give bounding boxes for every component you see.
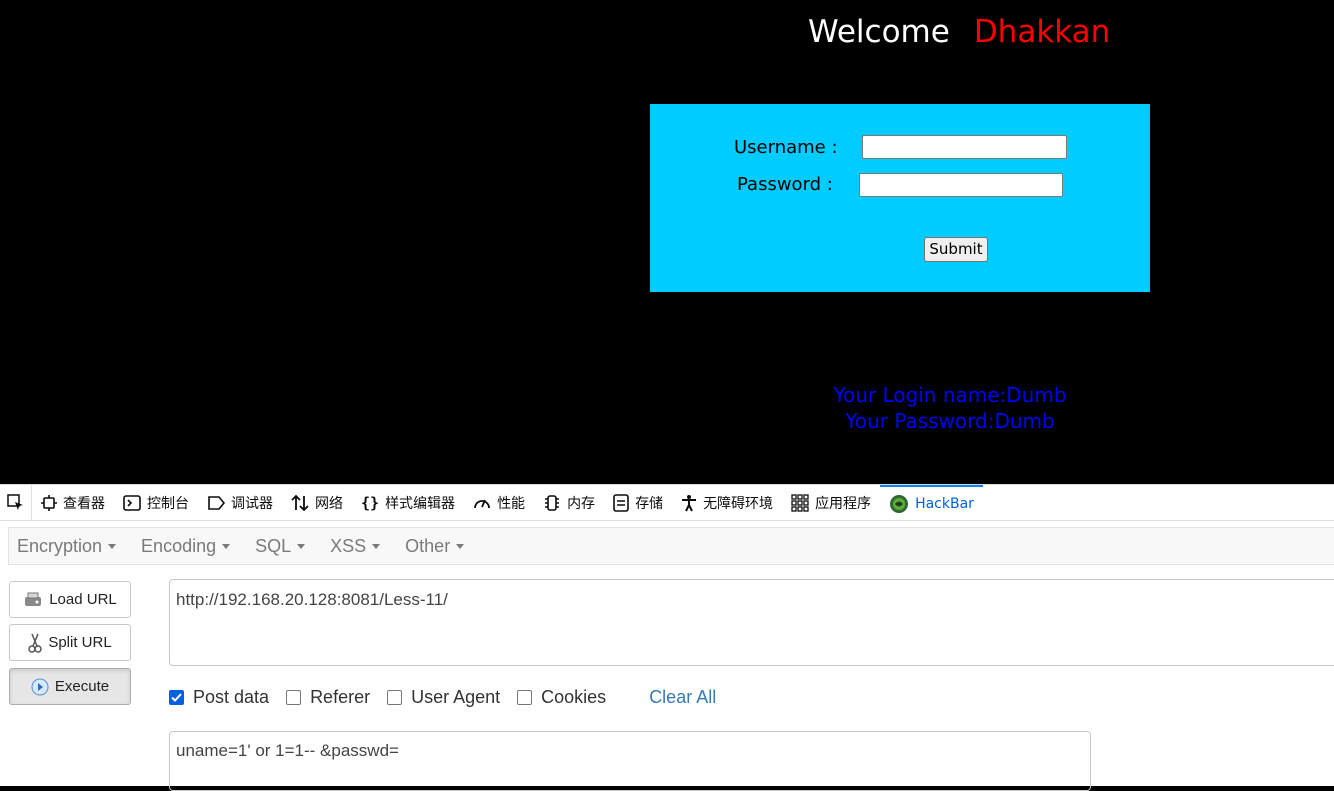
tab-network[interactable]: 网络 (282, 485, 352, 520)
referer-checkbox[interactable]: Referer (286, 687, 370, 708)
welcome-heading: Welcome Dhakkan (808, 14, 1110, 50)
devtools-panel: 查看器 控制台 调试器 网络 {} 样式编辑器 性能 内存 存储 无障碍环境 应… (0, 484, 1334, 791)
devtools-tabbar: 查看器 控制台 调试器 网络 {} 样式编辑器 性能 内存 存储 无障碍环境 应… (0, 485, 1334, 521)
username-input[interactable] (862, 135, 1067, 159)
caret-down-icon (372, 544, 381, 550)
inspector-icon (41, 494, 57, 511)
tab-label: 内存 (567, 495, 596, 512)
performance-icon (474, 499, 490, 508)
menu-label: Encoding (141, 535, 217, 556)
post-data-textarea[interactable]: uname=1' or 1=1-- &passwd= (169, 731, 1091, 791)
menu-label: Other (405, 535, 451, 556)
password-input[interactable] (859, 173, 1063, 197)
tab-style-editor[interactable]: {} 样式编辑器 (352, 485, 464, 520)
url-textarea[interactable]: http://192.168.20.128:8081/Less-11/ (169, 579, 1334, 666)
login-name-result: Your Login name:Dumb (833, 383, 1067, 407)
menu-label: Encryption (17, 535, 103, 556)
application-icon (791, 493, 809, 512)
scissors-icon (28, 633, 43, 653)
tab-application[interactable]: 应用程序 (782, 485, 880, 520)
button-label: Load URL (49, 591, 117, 608)
checkbox-unchecked-icon (286, 690, 302, 705)
checkbox-label: Cookies (541, 687, 607, 707)
hackbar-icon (890, 494, 909, 513)
checkbox-checked-icon (169, 690, 184, 705)
button-label: Split URL (48, 634, 112, 651)
menu-label: SQL (255, 535, 292, 556)
tab-label: 调试器 (231, 495, 273, 512)
caret-down-icon (456, 544, 465, 550)
style-editor-icon: {} (361, 493, 380, 512)
tab-label: 无障碍环境 (703, 495, 774, 512)
welcome-name: Dhakkan (973, 14, 1111, 50)
console-icon (123, 494, 141, 511)
tab-accessibility[interactable]: 无障碍环境 (672, 485, 782, 520)
network-icon (291, 494, 309, 511)
welcome-text: Welcome (808, 14, 950, 50)
hackbar-options: Post data Referer User Agent Cookies Cle… (169, 687, 716, 708)
tab-debugger[interactable]: 调试器 (198, 485, 282, 520)
tab-inspector[interactable]: 查看器 (32, 485, 114, 520)
user-agent-checkbox[interactable]: User Agent (387, 687, 500, 708)
menu-xss[interactable]: XSS (330, 535, 381, 557)
tab-memory[interactable]: 内存 (534, 485, 604, 520)
web-page: Welcome Dhakkan Username : Password : Sub… (0, 0, 1334, 484)
memory-icon (545, 494, 560, 511)
checkbox-label: User Agent (411, 687, 501, 707)
button-label: Execute (54, 678, 110, 695)
checkbox-unchecked-icon (387, 690, 403, 705)
username-label: Username : (734, 137, 838, 158)
login-form: Username : Password : Submit (650, 104, 1150, 292)
tab-label: 样式编辑器 (385, 495, 456, 512)
checkbox-unchecked-icon (517, 690, 533, 705)
debugger-icon (208, 495, 225, 510)
post-data-checkbox[interactable]: Post data (169, 687, 269, 708)
tab-storage[interactable]: 存储 (604, 485, 672, 520)
password-label: Password : (737, 174, 833, 195)
tab-label: 网络 (315, 495, 343, 512)
tab-label: HackBar (915, 495, 974, 512)
menu-label: XSS (330, 535, 367, 556)
element-picker-icon[interactable] (0, 485, 32, 520)
load-url-button[interactable]: Load URL (9, 581, 131, 618)
storage-icon (613, 493, 629, 512)
accessibility-icon (682, 494, 697, 511)
tab-label: 查看器 (63, 495, 105, 512)
caret-down-icon (108, 544, 117, 550)
play-icon (31, 678, 49, 695)
tab-performance[interactable]: 性能 (464, 485, 534, 520)
checkbox-label: Post data (193, 687, 270, 707)
tab-label: 应用程序 (815, 495, 872, 512)
load-url-icon (25, 592, 42, 606)
caret-down-icon (297, 544, 306, 550)
split-url-button[interactable]: Split URL (9, 624, 131, 661)
tab-label: 控制台 (147, 495, 189, 512)
password-result: Your Password:Dumb (845, 409, 1055, 433)
menu-other[interactable]: Other (405, 535, 465, 557)
submit-button[interactable]: Submit (924, 237, 988, 262)
cookies-checkbox[interactable]: Cookies (517, 687, 606, 708)
checkbox-label: Referer (310, 687, 371, 707)
menu-sql[interactable]: SQL (255, 535, 306, 557)
tab-console[interactable]: 控制台 (114, 485, 198, 520)
clear-all-link[interactable]: Clear All (649, 687, 716, 708)
menu-encryption[interactable]: Encryption (17, 535, 117, 557)
execute-button[interactable]: Execute (9, 668, 131, 705)
hackbar-menu: Encryption Encoding SQL XSS Other (8, 527, 1334, 565)
menu-encoding[interactable]: Encoding (141, 535, 231, 557)
caret-down-icon (222, 544, 231, 550)
tab-label: 性能 (497, 495, 526, 512)
tab-label: 存储 (635, 495, 664, 512)
tab-hackbar[interactable]: HackBar (880, 485, 983, 520)
